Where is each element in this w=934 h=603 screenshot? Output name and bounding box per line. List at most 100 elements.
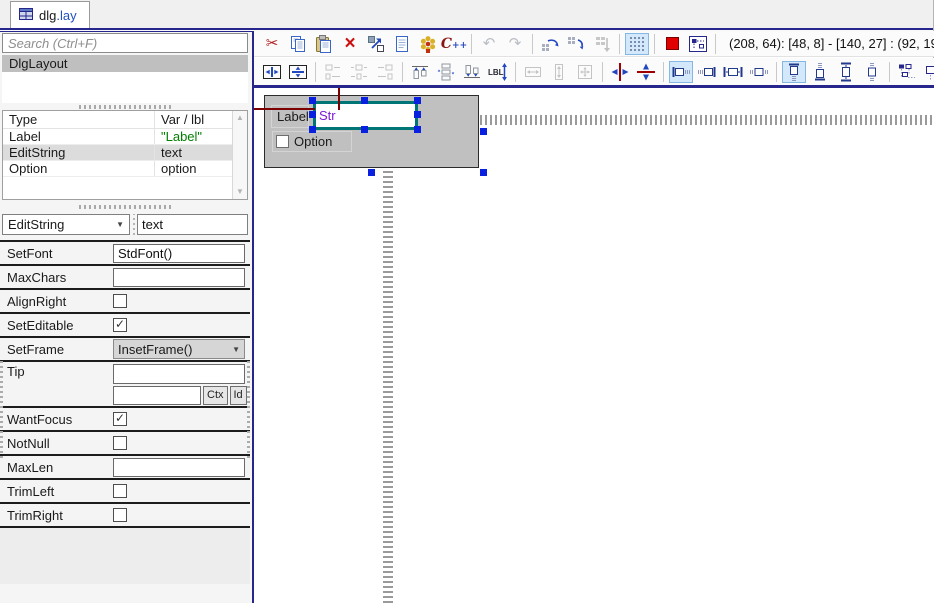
move-item-up-button[interactable] [538,33,562,55]
springs-item-button[interactable] [921,61,934,83]
form-resize-handle[interactable] [368,169,375,176]
same-width-button[interactable] [521,61,545,83]
seteditable-checkbox[interactable] [113,318,127,332]
splitter-list-table[interactable] [2,103,248,110]
type-combobox[interactable]: EditString ▼ [2,214,130,235]
search-input[interactable] [2,33,248,53]
trimleft-checkbox[interactable] [113,484,127,498]
tip-text-area[interactable] [113,364,245,384]
paste-special-button[interactable] [416,33,440,55]
notnull-checkbox[interactable] [113,436,127,450]
splitter-combo-var[interactable] [131,214,136,235]
property-row-wantfocus: WantFocus [0,408,250,432]
duplicate-button[interactable] [364,33,388,55]
maxlen-input[interactable] [113,458,245,477]
center-vertically-icon [288,62,308,82]
center-horizontally-icon [262,62,282,82]
toolbar-separator [315,62,316,82]
move-item-up-icon [540,34,560,54]
delete-button[interactable]: × [338,33,362,55]
anchor-left-button[interactable] [669,61,693,83]
redo-button[interactable]: ↷ [503,33,527,55]
property-value [113,508,250,522]
scroll-down-icon[interactable]: ▼ [233,187,247,197]
align-top-edges-button[interactable] [408,61,432,83]
distribute-vertically-icon [436,62,456,82]
form-resize-handle[interactable] [480,169,487,176]
option-label: Option [294,134,332,149]
variable-input[interactable] [137,214,248,235]
widget-selection-handle[interactable] [361,126,368,133]
tab-dlg-lay[interactable]: dlg.lay [10,1,90,28]
maxchars-input[interactable] [113,268,245,287]
items-table-row[interactable]: Label"Label" [3,129,247,145]
align-right-edges-button[interactable] [373,61,397,83]
color-swatch-button[interactable] [660,33,684,55]
property-value [113,318,250,332]
center-on-vertical-axis-button[interactable] [608,61,632,83]
splitter-table-editor[interactable] [2,200,248,214]
same-height-button[interactable] [547,61,571,83]
align-left-edges-button[interactable] [321,61,345,83]
copy-cpp-code-button[interactable]: C++ [442,33,466,55]
form-resize-handle[interactable] [480,128,487,135]
undo-button[interactable]: ↶ [477,33,501,55]
widget-selection-handle[interactable] [309,97,316,104]
design-canvas[interactable]: Label Str Option [254,88,934,603]
align-horizontal-centers-button[interactable] [347,61,371,83]
move-item-down-button[interactable] [564,33,588,55]
anchor-right-button[interactable] [695,61,719,83]
center-vertically-button[interactable] [286,61,310,83]
anchor-bottom-button[interactable] [808,61,832,83]
tip-ctx-button[interactable]: Ctx [203,386,228,405]
same-size-button[interactable] [573,61,597,83]
option-checkbox[interactable] [276,135,289,148]
align-labels-button[interactable]: LBL [486,61,510,83]
anchor-horizontal-center-button[interactable] [747,61,771,83]
widget-selection-handle[interactable] [309,111,316,118]
springs-dialog-button[interactable] [686,33,710,55]
anchor-vertical-center-button[interactable] [860,61,884,83]
wantfocus-checkbox[interactable] [113,412,127,426]
items-table-row[interactable]: EditStringtext [3,145,247,161]
anchor-left-right-button[interactable] [721,61,745,83]
tip-input[interactable] [113,386,201,405]
copy-button[interactable] [286,33,310,55]
center-horizontally-button[interactable] [260,61,284,83]
option-widget[interactable]: Option [272,131,352,152]
property-row-notnull: NotNull [0,432,250,456]
dialog-form[interactable]: Label Str Option [264,95,479,168]
items-table-scrollbar[interactable]: ▲ ▼ [232,111,247,199]
widget-selection-handle[interactable] [309,126,316,133]
alignright-checkbox[interactable] [113,294,127,308]
center-on-horizontal-axis-button[interactable] [634,61,658,83]
setfont-input[interactable] [113,244,245,263]
trimright-checkbox[interactable] [113,508,127,522]
setframe-dropdown[interactable]: InsetFrame()▼ [113,339,245,359]
align-bottom-edges-icon [462,62,482,82]
toggle-grid-button[interactable] [625,33,649,55]
toggle-grid-icon [627,34,647,54]
widget-selection-handle[interactable] [414,126,421,133]
anchor-top-bottom-button[interactable] [834,61,858,83]
layout-list-item[interactable]: DlgLayout [2,55,248,72]
distribute-vertically-button[interactable] [434,61,458,83]
align-bottom-edges-button[interactable] [460,61,484,83]
property-grid: SetFontMaxCharsAlignRightSetEditableSetF… [0,240,250,584]
new-item-button[interactable] [390,33,414,55]
toolbar-separator [776,62,777,82]
widget-selection-handle[interactable] [414,97,421,104]
anchor-top-button[interactable] [782,61,806,83]
paste-button[interactable] [312,33,336,55]
move-item-down-icon [566,34,586,54]
springs-all-items-button[interactable] [895,61,919,83]
sort-items-button[interactable] [590,33,614,55]
widget-selection-handle[interactable] [361,97,368,104]
column-header-type[interactable]: Type [3,111,154,128]
scroll-up-icon[interactable]: ▲ [233,113,247,123]
tip-id-button[interactable]: Id [230,386,247,405]
cut-button[interactable]: ✂ [260,33,284,55]
items-table-row[interactable]: Optionoption [3,161,247,177]
widget-selection-handle[interactable] [414,111,421,118]
items-table-header: Type Var / lbl [3,111,247,129]
